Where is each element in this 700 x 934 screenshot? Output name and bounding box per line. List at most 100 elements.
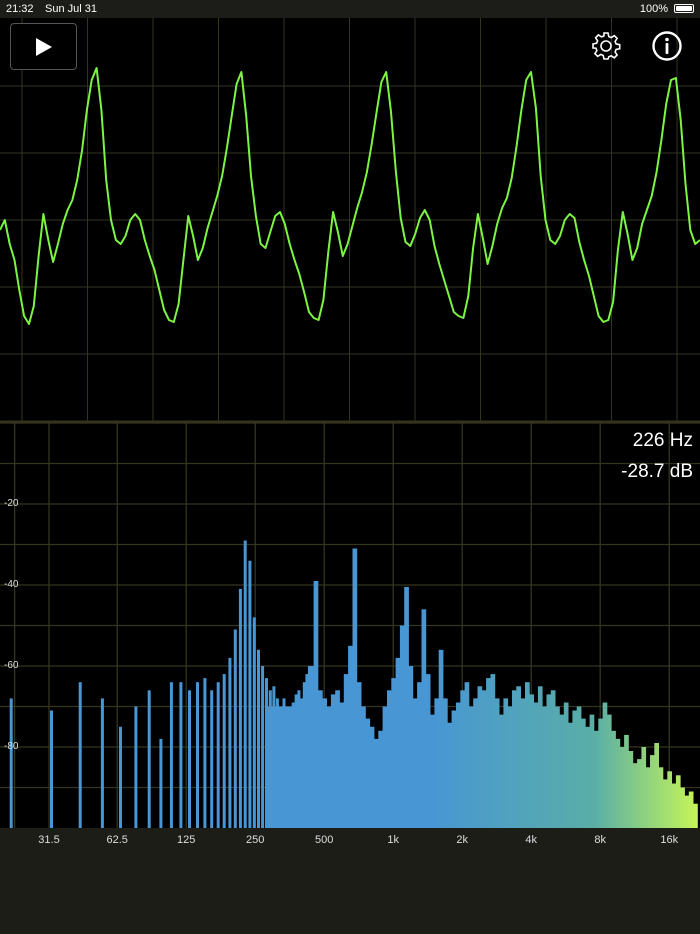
spectrum-bar bbox=[602, 702, 608, 828]
status-bar: 21:32 Sun Jul 31 100% bbox=[0, 0, 700, 18]
spectrum-bar bbox=[619, 747, 625, 828]
spectrum-bar bbox=[391, 678, 396, 828]
spectrum-bar bbox=[654, 743, 659, 828]
spectrum-bar bbox=[688, 791, 694, 828]
spectrum-bar bbox=[443, 698, 448, 828]
spectrum-bar bbox=[637, 759, 642, 828]
status-date: Sun Jul 31 bbox=[45, 3, 97, 15]
spectrum-bar bbox=[179, 682, 183, 828]
spectrum-bar bbox=[356, 682, 362, 828]
spectrum-bar bbox=[468, 706, 474, 828]
spectrum-bar bbox=[382, 706, 388, 828]
spectrum-bar bbox=[615, 738, 621, 828]
spectrum-bar bbox=[361, 706, 366, 828]
spectrum-bar bbox=[147, 690, 151, 828]
x-tick-label: 31.5 bbox=[38, 834, 60, 846]
spectrum-bar bbox=[572, 710, 578, 828]
spectrum-bar bbox=[555, 706, 560, 828]
spectrum-bar bbox=[318, 690, 323, 828]
y-tick-label: -80 bbox=[4, 741, 19, 752]
spectrum-bar bbox=[641, 747, 647, 828]
spectrum-bar bbox=[134, 706, 138, 828]
spectrum-bar bbox=[100, 698, 104, 828]
spectrum-bar bbox=[228, 657, 232, 828]
spectrum-bar bbox=[50, 710, 53, 828]
spectrum-bar bbox=[693, 803, 698, 828]
spectrum-bar bbox=[188, 690, 191, 828]
spectrum-bar bbox=[658, 767, 664, 828]
spectrum-bar bbox=[352, 548, 358, 828]
peak-frequency-readout: 226 Hz bbox=[632, 430, 693, 451]
spectrum-bar bbox=[537, 686, 543, 828]
battery-percent: 100% bbox=[639, 3, 668, 15]
spectrum-bar bbox=[503, 698, 509, 828]
spectrum-bar bbox=[512, 690, 517, 828]
spectrum-bar bbox=[408, 666, 414, 828]
spectrum-bar bbox=[252, 617, 256, 828]
spectrum-bar bbox=[348, 645, 353, 828]
spectrum-bar bbox=[417, 682, 422, 828]
spectrum-bar bbox=[542, 706, 547, 828]
spectrum-bar bbox=[288, 706, 292, 828]
spectrum-bar bbox=[339, 702, 345, 828]
spectrum-bar bbox=[261, 666, 265, 828]
play-button[interactable] bbox=[10, 23, 77, 70]
spectrum-bar bbox=[529, 694, 534, 828]
spectrum-bar bbox=[430, 714, 435, 828]
spectrum-bar bbox=[632, 763, 638, 828]
spectrum-bar bbox=[589, 714, 595, 828]
spectrum-bar bbox=[399, 625, 405, 828]
play-icon bbox=[36, 38, 52, 56]
spectrum-bar bbox=[335, 690, 340, 828]
spectrum-bar bbox=[294, 694, 298, 828]
spectrum-bar bbox=[326, 706, 332, 828]
spectrum-bar bbox=[645, 767, 651, 828]
spectrum-bar bbox=[624, 734, 629, 828]
spectrum-bar bbox=[279, 706, 283, 828]
spectrum-bar bbox=[196, 682, 199, 828]
info-button[interactable] bbox=[651, 30, 683, 62]
x-tick-label: 62.5 bbox=[106, 834, 128, 846]
spectrum-bar bbox=[684, 795, 690, 828]
spectrum-bar bbox=[275, 698, 279, 828]
spectrum-bar bbox=[78, 682, 82, 828]
spectrum-bar bbox=[365, 718, 371, 828]
spectrum-bar bbox=[680, 787, 685, 828]
spectrum-bar bbox=[369, 726, 375, 828]
spectrum-bar bbox=[606, 714, 612, 828]
spectrum-bar bbox=[434, 698, 440, 828]
spectrum-bar bbox=[119, 726, 122, 828]
settings-button[interactable] bbox=[590, 30, 622, 62]
spectrum-bar bbox=[499, 714, 504, 828]
y-tick-label: -60 bbox=[4, 660, 19, 671]
spectrum-bar bbox=[302, 682, 306, 828]
spectrum-bar bbox=[667, 771, 672, 828]
spectrum-bar bbox=[282, 698, 286, 828]
gear-icon bbox=[592, 32, 621, 60]
spectrum-bar bbox=[169, 682, 173, 828]
x-tick-label: 125 bbox=[177, 834, 196, 846]
spectrum-bar bbox=[297, 690, 301, 828]
spectrum-bar bbox=[525, 682, 530, 828]
spectrum-bar bbox=[546, 694, 552, 828]
spectrum-bar bbox=[611, 730, 616, 828]
spectrum-bar bbox=[490, 674, 496, 828]
spectrum-bar bbox=[330, 694, 336, 828]
spectrum-bar bbox=[257, 649, 260, 828]
spectrum-bar bbox=[216, 682, 220, 828]
spectrum-bar bbox=[516, 686, 521, 828]
x-tick-label: 8k bbox=[594, 834, 607, 846]
spectrum-bar bbox=[594, 730, 599, 828]
spectrum-bar bbox=[473, 698, 478, 828]
spectrum-bar bbox=[477, 686, 483, 828]
spectrum-bar bbox=[395, 657, 401, 828]
spectrum-bar bbox=[598, 718, 603, 828]
spectrum-bar bbox=[233, 629, 237, 828]
spectrum-bar bbox=[447, 722, 452, 828]
spectrum-bar bbox=[268, 690, 272, 828]
spectrum-bar bbox=[307, 666, 311, 828]
spectrum-bar bbox=[374, 738, 379, 828]
peak-level-readout: -28.7 dB bbox=[621, 461, 693, 482]
spectrum-bar bbox=[9, 698, 13, 828]
spectrum-bar bbox=[481, 690, 487, 828]
